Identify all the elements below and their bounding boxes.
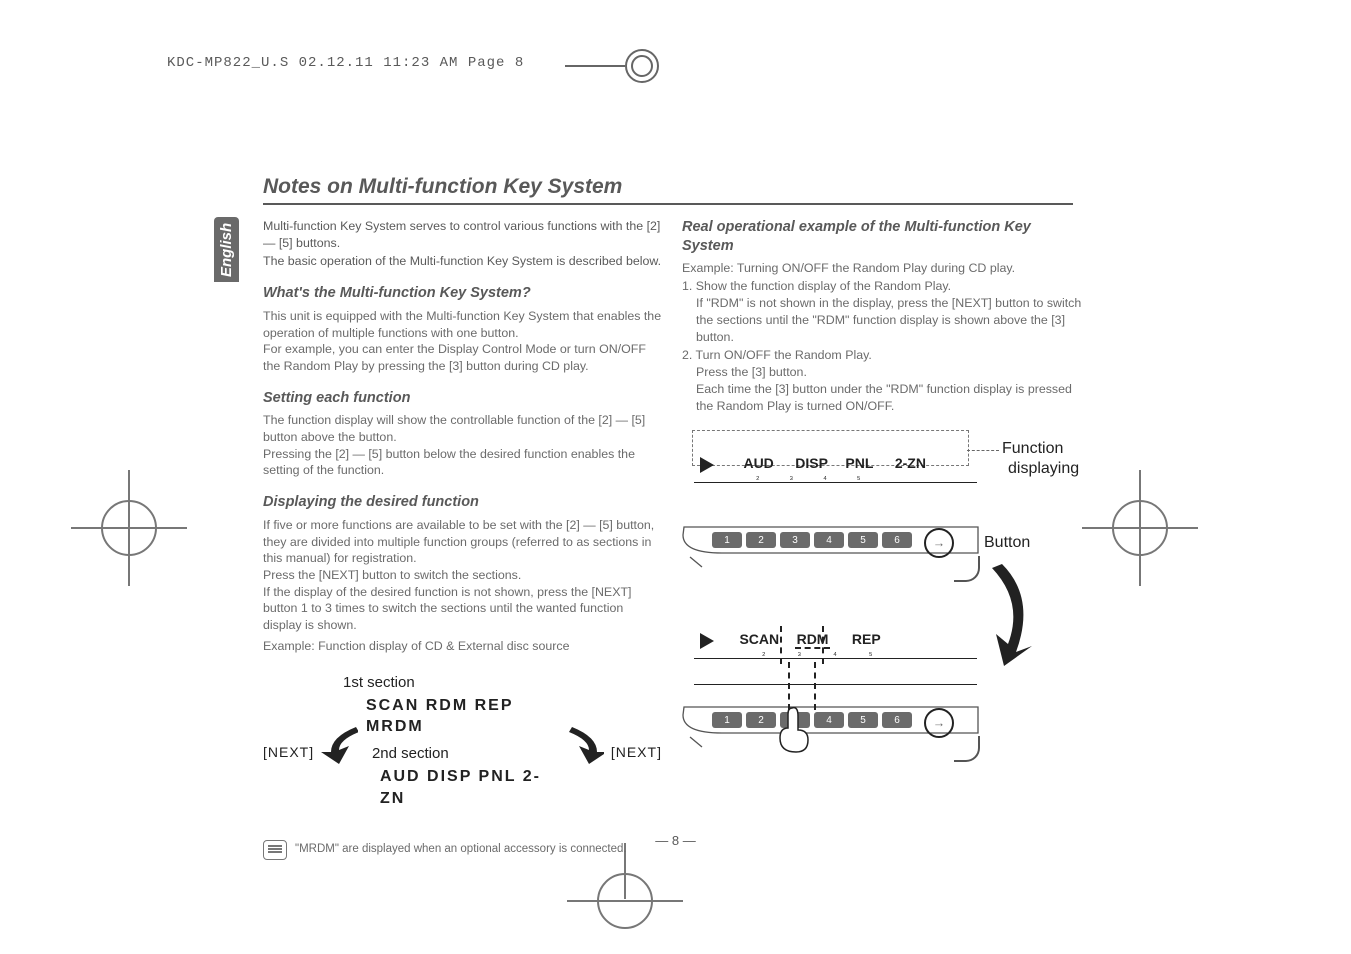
- displaying-ex: Example: Function display of CD & Extern…: [263, 638, 662, 655]
- intro-line1: Multi-function Key System serves to cont…: [263, 218, 662, 251]
- whats-heading: What's the Multi-function Key System?: [263, 284, 662, 304]
- reg-cross-bottom: [597, 873, 653, 929]
- device2-btn-6: 6: [882, 712, 912, 728]
- title-underline: [263, 203, 1073, 205]
- disp-rep: REP: [852, 631, 881, 647]
- right-arrows-icon: [567, 722, 604, 782]
- indicator-icon: [700, 457, 714, 473]
- device-btn-4: 4: [814, 532, 844, 548]
- indicator-icon-2: [700, 633, 714, 649]
- disp-aud: AUD: [743, 455, 773, 471]
- reg-mark-top: [565, 49, 685, 83]
- device2-btn-2: 2: [746, 712, 776, 728]
- disp-pnl: PNL: [845, 455, 873, 471]
- display-rule-2b: [694, 684, 977, 685]
- fn-leader-line: [967, 450, 999, 451]
- step2: 2. Turn ON/OFF the Random Play.: [682, 347, 1085, 364]
- note-icon: [263, 840, 287, 860]
- displaying-p2: Press the [NEXT] button to switch the se…: [263, 567, 662, 584]
- real-op-example: Example: Turning ON/OFF the Random Play …: [682, 260, 1085, 277]
- rdm-to-btn-dash-r: [814, 662, 816, 710]
- step2a: Press the [3] button.: [682, 364, 1085, 381]
- device-btn-6: 6: [882, 532, 912, 548]
- first-section-label: 1st section: [343, 673, 662, 693]
- section-diagram: 1st section [NEXT] SCAN RDM REP MRDM 2nd…: [263, 673, 662, 810]
- big-curved-arrow-icon: [962, 558, 1042, 668]
- file-header: KDC-MP822_U.S 02.12.11 11:23 AM Page 8: [167, 55, 524, 71]
- device-btn-3: 3: [780, 532, 810, 548]
- section2-words: AUD DISP PNL 2-ZN: [380, 766, 559, 809]
- device-btn-1: 1: [712, 532, 742, 548]
- mrdm-note: "MRDM" are displayed when an optional ac…: [295, 842, 627, 858]
- page-number: — 8 —: [655, 833, 695, 848]
- setting-p1: The function display will show the contr…: [263, 412, 662, 445]
- language-tab: English: [214, 217, 239, 282]
- disp-subs-top: ₂₃₄₅: [756, 470, 890, 482]
- finger-press-icon: [774, 706, 814, 756]
- page-title: Notes on Multi-function Key System: [263, 175, 622, 199]
- setting-heading: Setting each function: [263, 389, 662, 409]
- step1: 1. Show the function display of the Rand…: [682, 278, 1085, 295]
- display-rule-2a: [694, 658, 977, 659]
- whats-p1: This unit is equipped with the Multi-fun…: [263, 308, 662, 341]
- displaying-p3: If the display of the desired function i…: [263, 584, 662, 634]
- device2-btn-4: 4: [814, 712, 844, 728]
- step2b: Each time the [3] button under the "RDM"…: [682, 381, 1085, 414]
- step1-body: If "RDM" is not shown in the display, pr…: [682, 295, 1085, 345]
- next-left-label: [NEXT]: [263, 743, 314, 762]
- section1-words: SCAN RDM REP MRDM: [366, 695, 559, 738]
- disp-disp: DISP: [795, 455, 828, 471]
- button-side-label: Button: [984, 532, 1030, 554]
- second-section-label: 2nd section: [372, 744, 449, 764]
- reg-cross-right: [1112, 500, 1168, 556]
- displaying-p1: If five or more functions are available …: [263, 517, 662, 567]
- whats-p2: For example, you can enter the Display C…: [263, 341, 662, 374]
- function-label-2: displaying: [1008, 458, 1079, 480]
- display-rule-top: [694, 482, 977, 483]
- reg-cross-left: [101, 500, 157, 556]
- real-op-heading: Real operational example of the Multi-fu…: [682, 218, 1085, 256]
- device2-btn-5: 5: [848, 712, 878, 728]
- left-arrows-icon: [321, 722, 358, 782]
- disp-scan: SCAN: [739, 631, 779, 647]
- rdm-dash-r: [822, 626, 824, 664]
- setting-p2: Pressing the [2] — [5] button below the …: [263, 446, 662, 479]
- rdm-dash-l: [780, 626, 782, 664]
- device2-btn-1: 1: [712, 712, 742, 728]
- function-label-1: Function: [1002, 438, 1063, 460]
- knob-outline-2: [954, 736, 980, 762]
- displaying-heading: Displaying the desired function: [263, 493, 662, 513]
- device-btn-5: 5: [848, 532, 878, 548]
- device-btn-2: 2: [746, 532, 776, 548]
- rdm-to-btn-dash-l: [788, 662, 790, 710]
- next-right-label: [NEXT]: [611, 743, 662, 762]
- device-panel-illustration: AUD DISP PNL 2-ZN ₂₃₄₅ Function displayi…: [682, 430, 1085, 795]
- disp-subs-bottom: ₂₃₄₅: [762, 646, 904, 658]
- disp-2zn: 2-ZN: [895, 455, 926, 471]
- intro-line2: The basic operation of the Multi-functio…: [263, 253, 662, 270]
